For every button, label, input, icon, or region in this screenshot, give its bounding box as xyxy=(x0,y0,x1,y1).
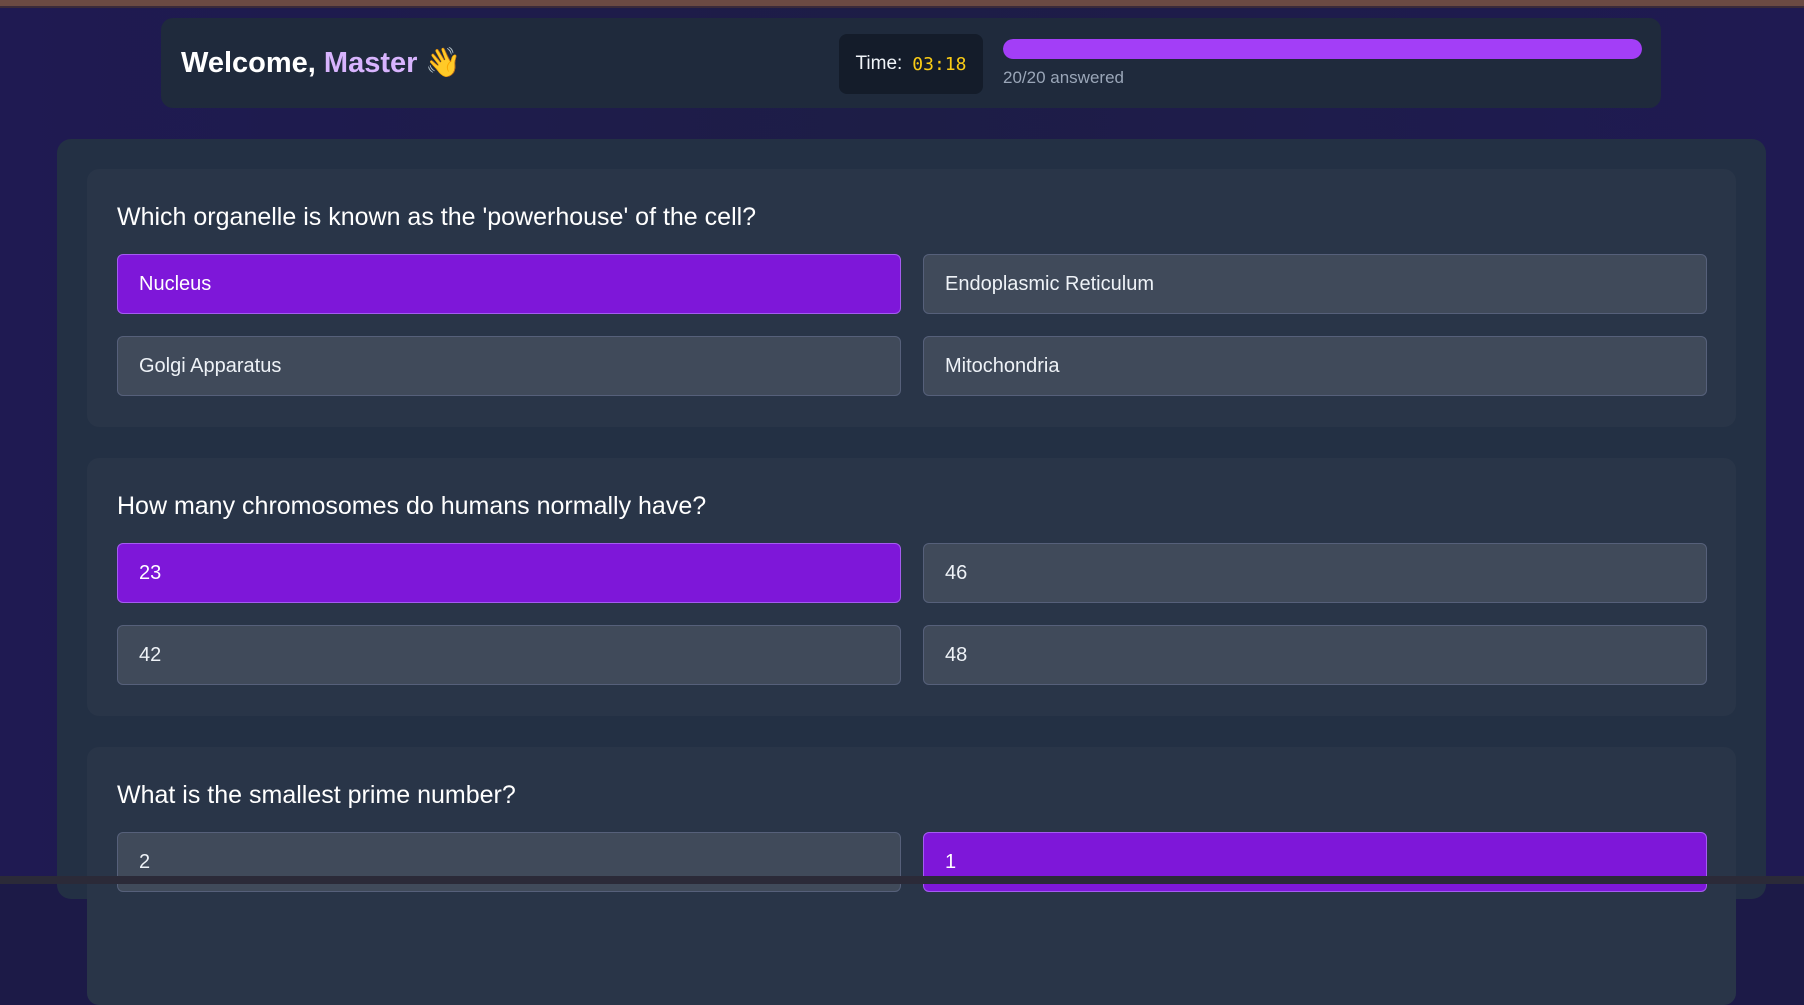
question-text: What is the smallest prime number? xyxy=(117,781,516,809)
answer-option[interactable]: 42 xyxy=(117,625,901,685)
answer-option[interactable]: 46 xyxy=(923,543,1707,603)
timer-display: Time: 03:18 xyxy=(839,34,983,94)
answer-option[interactable]: 23 xyxy=(117,543,901,603)
quiz-header: Welcome, Master 👋 Time: 03:18 20/20 answe… xyxy=(161,18,1661,108)
progress-status: 20/20 answered xyxy=(1003,68,1124,87)
wave-icon: 👋 xyxy=(425,47,462,79)
question-card: Which organelle is known as the 'powerho… xyxy=(87,169,1736,427)
progress-bar xyxy=(1003,39,1642,59)
welcome-prefix: Welcome, xyxy=(181,47,324,79)
window-bottom-border xyxy=(0,876,1804,884)
progress-bar-fill xyxy=(1003,39,1642,59)
answer-option[interactable]: Endoplasmic Reticulum xyxy=(923,254,1707,314)
answer-option[interactable]: Nucleus xyxy=(117,254,901,314)
quiz-container: Which organelle is known as the 'powerho… xyxy=(57,139,1766,1005)
question-card: How many chromosomes do humans normally … xyxy=(87,458,1736,716)
question-text: Which organelle is known as the 'powerho… xyxy=(117,203,757,231)
question-text: How many chromosomes do humans normally … xyxy=(117,492,707,520)
timer-label: Time: xyxy=(855,53,903,74)
answer-option[interactable]: Mitochondria xyxy=(923,336,1707,396)
answer-option[interactable]: 48 xyxy=(923,625,1707,685)
timer-value: 03:18 xyxy=(912,53,967,75)
welcome-heading: Welcome, Master 👋 xyxy=(181,46,462,80)
window-top-border xyxy=(0,0,1804,8)
user-name: Master xyxy=(323,47,418,79)
answer-option[interactable]: Golgi Apparatus xyxy=(117,336,901,396)
